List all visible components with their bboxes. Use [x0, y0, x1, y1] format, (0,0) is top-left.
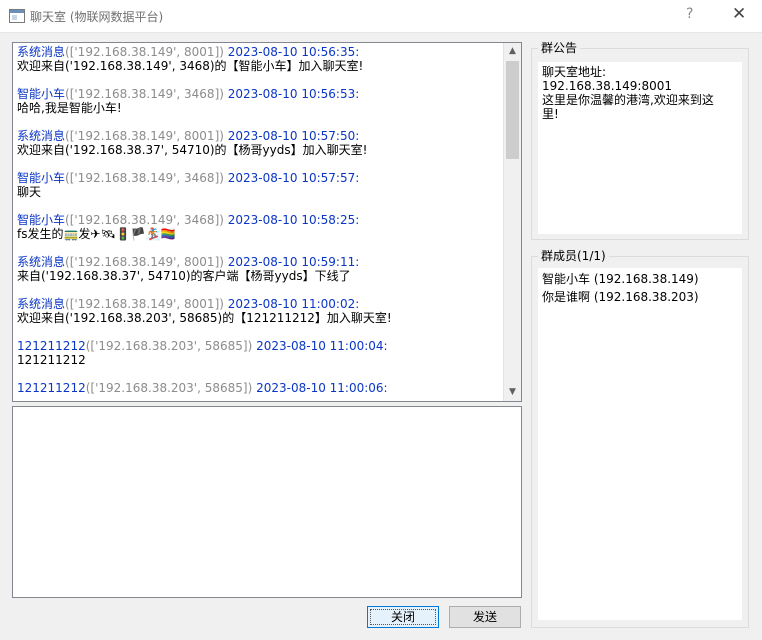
member-item[interactable]: 你是谁啊 (192.168.38.203): [538, 288, 742, 306]
member-item[interactable]: 智能小车 (192.168.38.149): [538, 268, 742, 288]
message-sender: 121211212: [17, 339, 86, 353]
close-window-icon[interactable]: ✕: [732, 4, 746, 24]
message-body: 欢迎来自('192.168.38.37', 54710)的【杨哥yyds】加入聊…: [17, 143, 368, 157]
scrollbar-thumb[interactable]: [506, 61, 519, 159]
chat-message: 系统消息(['192.168.38.149', 8001]) 2023-08-1…: [17, 45, 505, 73]
chat-messages: 系统消息(['192.168.38.149', 8001]) 2023-08-1…: [17, 45, 505, 401]
message-body: fs发生的🚃发✈🛰🚦🏴🏂🏳️‍🌈: [17, 227, 176, 241]
message-timestamp: 2023-08-10 10:57:57:: [227, 171, 360, 185]
scroll-down-arrow-icon[interactable]: ▼: [504, 384, 521, 401]
group-notice-title: 群公告: [538, 41, 581, 55]
chat-message: 智能小车(['192.168.38.149', 3468]) 2023-08-1…: [17, 171, 505, 199]
message-body: 哈哈,我是智能小车!: [17, 101, 122, 115]
message-address: (['192.168.38.149', 3468]): [65, 213, 224, 227]
chat-message: 121211212(['192.168.38.203', 58685]) 202…: [17, 339, 505, 367]
chat-message: 系统消息(['192.168.38.149', 8001]) 2023-08-1…: [17, 297, 505, 325]
message-address: (['192.168.38.149', 8001]): [65, 129, 224, 143]
chat-log[interactable]: 系统消息(['192.168.38.149', 8001]) 2023-08-1…: [12, 42, 522, 402]
help-icon[interactable]: ?: [686, 6, 693, 22]
message-sender: 智能小车: [17, 171, 66, 185]
chat-message: 系统消息(['192.168.38.149', 8001]) 2023-08-1…: [17, 255, 505, 283]
chat-message: 系统消息(['192.168.38.149', 8001]) 2023-08-1…: [17, 129, 505, 157]
message-sender: 系统消息: [17, 129, 66, 143]
message-address: (['192.168.38.203', 58685]): [85, 339, 253, 353]
message-timestamp: 2023-08-10 11:00:02:: [227, 297, 360, 311]
chat-message: 智能小车(['192.168.38.149', 3468]) 2023-08-1…: [17, 87, 505, 115]
group-notice-panel: 群公告 聊天室地址: 192.168.38.149:8001 这里是你温馨的港湾…: [531, 41, 749, 240]
message-timestamp: 2023-08-10 11:00:04:: [256, 339, 388, 353]
message-address: (['192.168.38.149', 8001]): [65, 255, 224, 269]
app-window-icon: [9, 9, 25, 23]
group-members-list[interactable]: 智能小车 (192.168.38.149) 你是谁啊 (192.168.38.2…: [538, 268, 742, 620]
message-body: 来自('192.168.38.37', 54710)的客户端【杨哥yyds】下线…: [17, 269, 351, 283]
message-body: 聊天: [17, 185, 42, 199]
message-timestamp: 2023-08-10 10:57:50:: [227, 129, 360, 143]
message-sender: 智能小车: [17, 87, 66, 101]
message-timestamp: 2023-08-10 10:58:25:: [227, 213, 360, 227]
message-sender: 系统消息: [17, 45, 66, 59]
window-title: 聊天室 (物联网数据平台): [30, 10, 164, 24]
message-timestamp: 2023-08-10 10:56:53:: [227, 87, 360, 101]
close-button[interactable]: 关闭: [367, 606, 439, 628]
chat-message: 121211212(['192.168.38.203', 58685]) 202…: [17, 381, 505, 395]
scroll-up-arrow-icon[interactable]: ▲: [504, 43, 521, 60]
message-body: 欢迎来自('192.168.38.203', 58685)的【121211212…: [17, 311, 392, 325]
message-input[interactable]: [12, 406, 522, 598]
notice-line: 聊天室地址: 192.168.38.149:8001: [542, 65, 673, 93]
message-sender: 系统消息: [17, 255, 66, 269]
message-address: (['192.168.38.149', 8001]): [65, 45, 224, 59]
message-timestamp: 2023-08-10 10:59:11:: [227, 255, 360, 269]
message-sender: 121211212: [17, 381, 86, 395]
message-sender: 智能小车: [17, 213, 66, 227]
send-button[interactable]: 发送: [449, 606, 521, 628]
notice-line: 这里是你温馨的港湾,欢迎来到这: [542, 93, 714, 107]
message-body: 121211212: [17, 353, 86, 367]
chat-message: 智能小车(['192.168.38.149', 3468]) 2023-08-1…: [17, 213, 505, 241]
message-sender: 系统消息: [17, 297, 66, 311]
notice-line: 里!: [542, 107, 559, 121]
message-timestamp: 2023-08-10 11:00:06:: [256, 381, 388, 395]
message-address: (['192.168.38.203', 58685]): [85, 381, 253, 395]
message-address: (['192.168.38.149', 8001]): [65, 297, 224, 311]
title-bar: 聊天室 (物联网数据平台) ? ✕: [0, 0, 762, 33]
group-members-panel: 群成员(1/1) 智能小车 (192.168.38.149) 你是谁啊 (192…: [531, 249, 749, 628]
message-body: 欢迎来自('192.168.38.149', 3468)的【智能小车】加入聊天室…: [17, 59, 364, 73]
message-address: (['192.168.38.149', 3468]): [65, 87, 224, 101]
chat-scrollbar[interactable]: ▲ ▼: [503, 43, 521, 401]
group-members-title: 群成员(1/1): [538, 249, 609, 263]
group-notice-content[interactable]: 聊天室地址: 192.168.38.149:8001 这里是你温馨的港湾,欢迎来…: [538, 62, 742, 234]
message-address: (['192.168.38.149', 3468]): [65, 171, 224, 185]
message-timestamp: 2023-08-10 10:56:35:: [227, 45, 360, 59]
